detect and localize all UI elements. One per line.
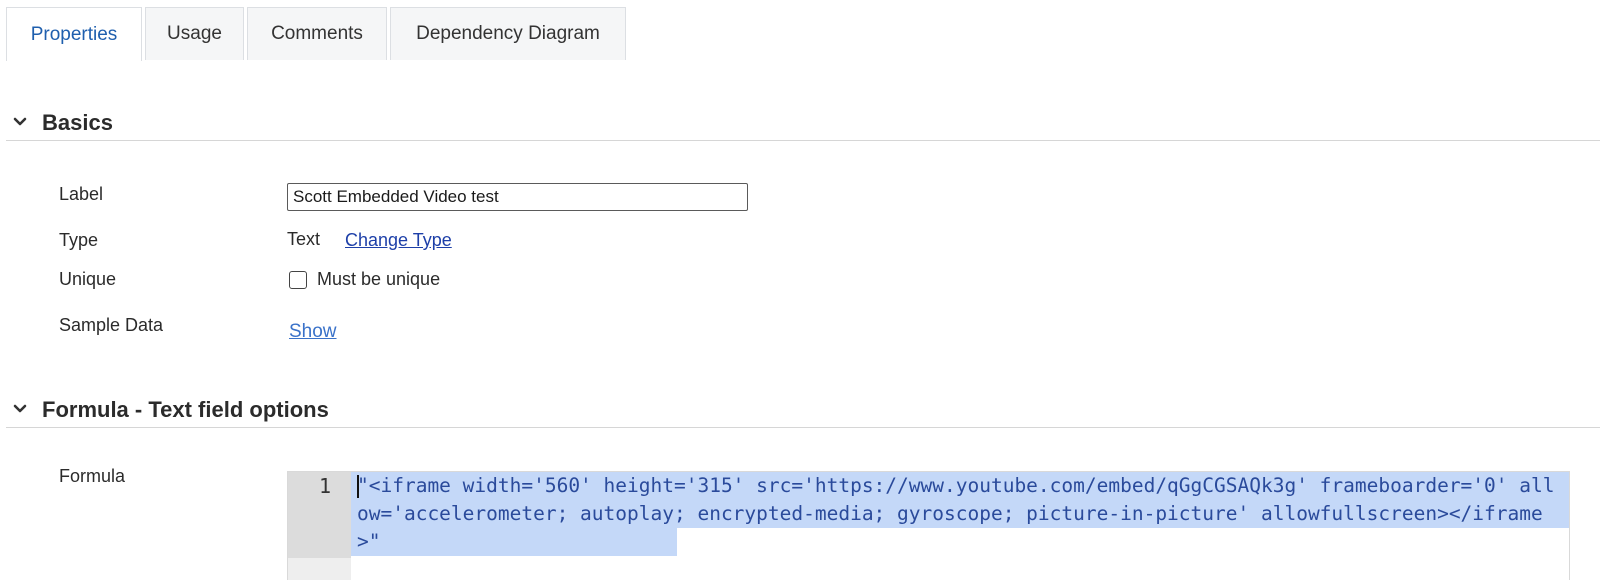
basics-section-header: Basics (6, 110, 1600, 141)
editor-gutter-active-line: 1 (288, 472, 351, 558)
label-input[interactable] (287, 183, 748, 211)
tab-usage[interactable]: Usage (145, 7, 244, 60)
must-be-unique-checkbox[interactable] (289, 271, 307, 289)
sample-data-label: Sample Data (59, 315, 164, 335)
basics-title: Basics (42, 110, 113, 135)
formula-code-editor[interactable]: 1 "<iframe width='560' height='315' src=… (287, 471, 1570, 580)
chevron-down-icon[interactable] (12, 114, 28, 130)
label-field-label: Label (59, 184, 104, 204)
change-type-link[interactable]: Change Type (345, 230, 452, 251)
text-cursor (357, 475, 359, 498)
unique-field-label: Unique (59, 269, 117, 289)
chevron-down-icon[interactable] (12, 401, 28, 417)
type-field-label: Type (59, 230, 99, 250)
formula-field-label: Formula (59, 466, 126, 486)
line-number: 1 (318, 474, 331, 498)
formula-section-title: Formula - Text field options (42, 397, 329, 422)
type-value: Text (287, 229, 321, 249)
formula-section-header: Formula - Text field options (6, 397, 1600, 428)
tab-dependency-diagram[interactable]: Dependency Diagram (390, 7, 626, 60)
tab-properties[interactable]: Properties (6, 7, 142, 61)
tab-comments[interactable]: Comments (247, 7, 387, 60)
must-be-unique-label[interactable]: Must be unique (317, 269, 440, 290)
formula-code-text[interactable]: "<iframe width='560' height='315' src='h… (357, 472, 1557, 556)
show-sample-data-link[interactable]: Show (289, 321, 337, 343)
